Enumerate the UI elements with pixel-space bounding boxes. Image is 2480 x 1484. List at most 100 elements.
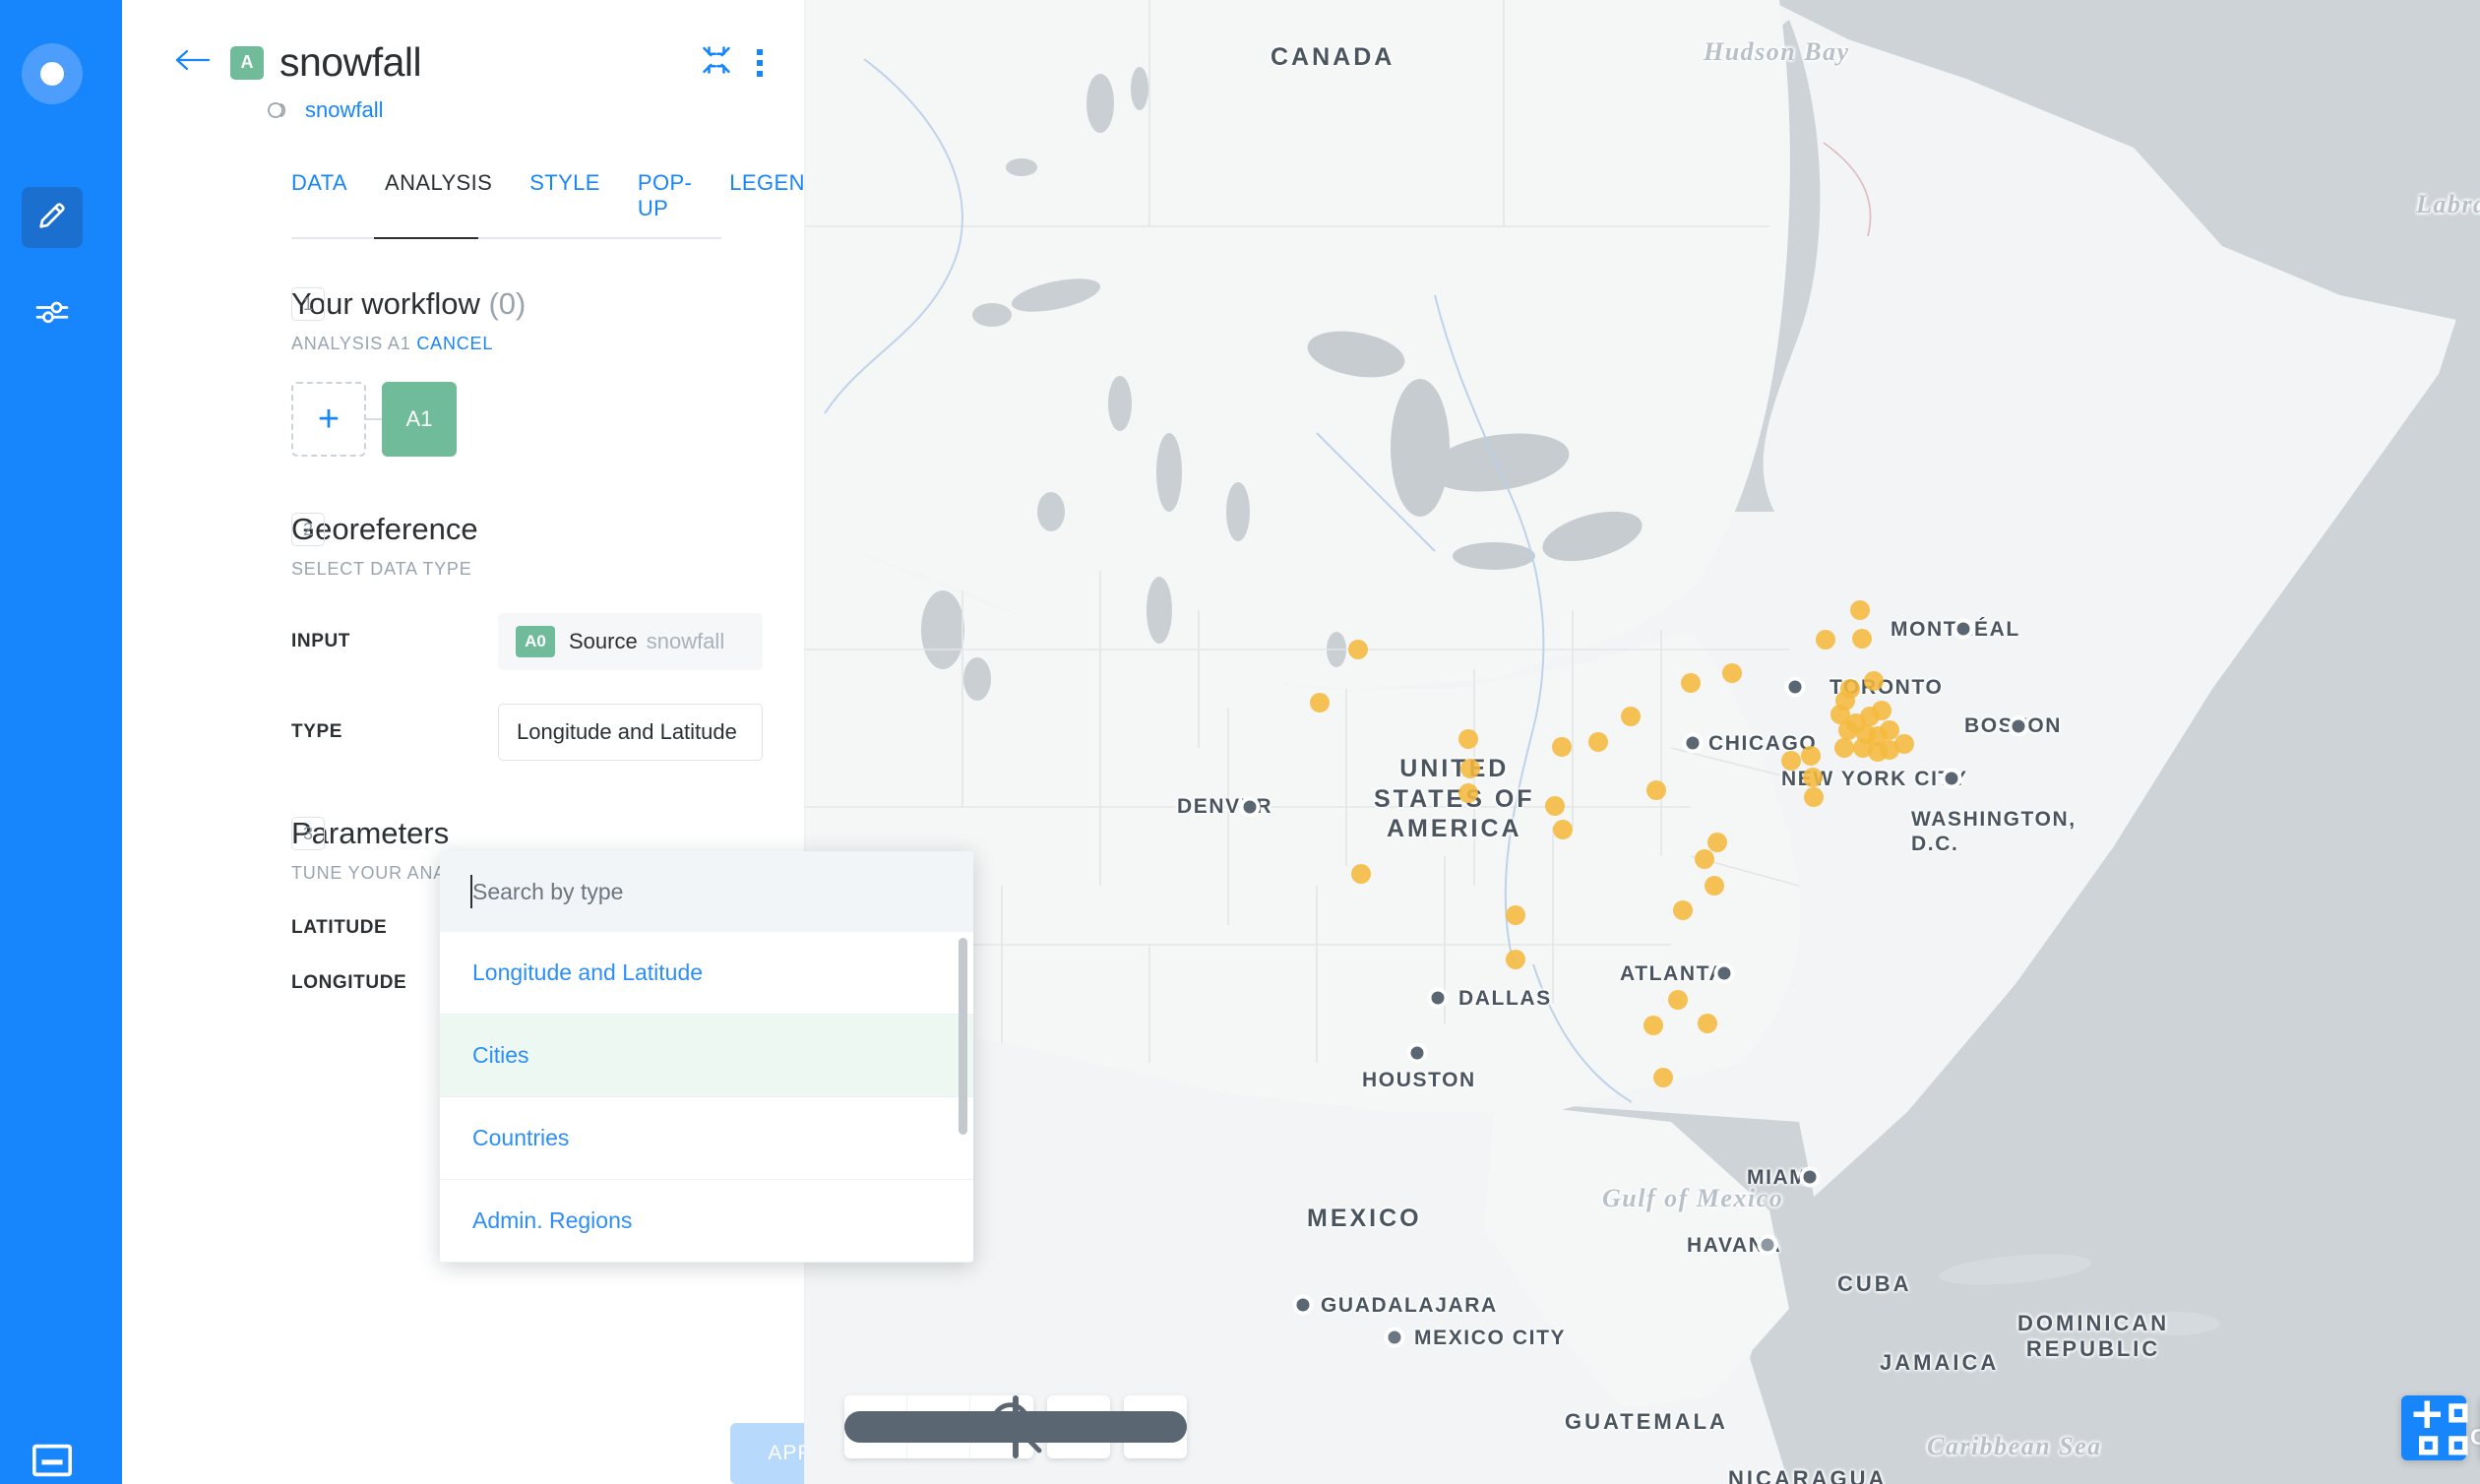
map-data-point[interactable] [1781,751,1801,771]
type-dropdown: Search by type Longitude and Latitude Ci… [440,851,973,1263]
dropdown-option-countries[interactable]: Countries [440,1097,973,1180]
tab-popup[interactable]: POP-UP [638,170,692,237]
back-button[interactable] [171,42,213,84]
map-data-point[interactable] [1643,1016,1663,1035]
map-data-point[interactable] [1872,701,1891,720]
active-tab-indicator [374,237,478,239]
map-data-point[interactable] [1864,671,1884,691]
city-dot-toronto [1784,676,1806,698]
map-data-point[interactable] [1803,768,1823,787]
map-data-point[interactable] [1894,734,1914,754]
source-dataset-link[interactable]: snowfall [305,97,383,123]
map-data-point[interactable] [1458,729,1478,749]
map-data-point[interactable] [1722,663,1742,683]
map-data-point[interactable] [1801,746,1821,766]
input-node-chip: A0 [516,626,555,657]
map-search-button[interactable] [991,1395,1110,1458]
analysis-id-label: ANALYSIS A1 [291,334,411,353]
text-caret [470,875,472,908]
layer-letter-chip: A [230,45,264,80]
section-number-3: 3 [291,817,325,850]
add-analysis-button[interactable]: + [291,382,366,457]
map-canvas[interactable]: Hudson Bay Labrador Sea Gulf of Mexico C… [805,0,2480,1484]
pencil-icon [35,199,69,237]
workflow-connector [366,418,382,420]
dropdown-option-cities[interactable]: Cities [440,1015,973,1097]
map-data-point[interactable] [1838,720,1858,740]
panel-header: A snowfall [122,0,804,86]
input-value-box[interactable]: A0 Source snowfall [498,613,763,670]
dropdown-option-admin-regions[interactable]: Admin. Regions [440,1180,973,1263]
map-data-point[interactable] [1552,737,1572,757]
dropdown-search-row[interactable]: Search by type [440,851,973,932]
map-data-point[interactable] [1698,1014,1717,1033]
city-dot-montreal [1953,618,1974,640]
map-data-point[interactable] [1460,759,1480,778]
map-data-point[interactable] [1834,738,1854,758]
dropdown-scrollbar[interactable] [959,938,967,1135]
workflow-node-a1[interactable]: A1 [382,382,457,457]
type-select[interactable]: Longitude and Latitude [498,704,763,761]
workflow-count: (0) [488,286,527,321]
section-georeference: 2 Georeference SELECT DATA TYPE INPUT A0… [122,512,804,761]
map-bottom-right-buttons [2401,1395,2480,1460]
map-data-point[interactable] [1707,833,1727,852]
tab-analysis[interactable]: ANALYSIS [385,170,492,237]
section-your-workflow: 1 Your workflow (0) ANALYSIS A1 CANCEL +… [122,286,804,457]
dropdown-search-placeholder: Search by type [472,878,624,904]
collapse-button[interactable] [702,45,731,80]
map-data-point[interactable] [1588,732,1608,752]
input-field-row: INPUT A0 Source snowfall [291,613,763,670]
map-data-point[interactable] [1695,849,1714,869]
app-logo[interactable] [22,43,83,104]
dropdown-option-longitude-and-latitude[interactable]: Longitude and Latitude [440,932,973,1015]
tab-data[interactable]: DATA [291,170,347,237]
type-field-row: TYPE Longitude and Latitude [291,704,763,761]
city-dot-guadalajara [1292,1294,1314,1316]
tab-legend[interactable]: LEGEND [729,170,804,237]
map-data-point[interactable] [1506,950,1525,969]
sidebar-item-edit[interactable] [22,187,83,248]
collapse-arrows-icon [702,45,731,80]
source-row: snowfall [122,86,804,123]
map-data-point[interactable] [1646,780,1666,800]
map-data-point[interactable] [1816,630,1835,649]
map-data-point[interactable] [1804,787,1824,807]
map-data-point[interactable] [1621,707,1641,726]
page-title: snowfall [279,39,422,85]
map-data-point[interactable] [1852,629,1872,649]
map-data-point[interactable] [1705,876,1724,896]
map-data-point[interactable] [1310,693,1330,712]
type-label: TYPE [291,721,343,742]
sidebar-item-settings[interactable] [22,283,83,344]
apply-button[interactable]: APPLY [730,1423,804,1484]
workflow-nodes: + A1 [291,382,763,457]
map-data-point[interactable] [1545,796,1565,816]
city-dot-mexico-city [1384,1327,1405,1348]
kebab-menu-icon [757,48,763,77]
tab-style[interactable]: STYLE [529,170,600,237]
map-data-point[interactable] [1668,990,1688,1010]
map-data-point[interactable] [1348,640,1368,659]
sidebar-item-footer-panel[interactable] [22,1432,83,1484]
city-dot-houston [1406,1042,1428,1064]
back-arrow-icon [173,47,211,78]
city-dot-boston [2008,715,2029,737]
cancel-analysis-button[interactable]: CANCEL [416,334,493,353]
icon-rail [0,0,122,1484]
map-data-point[interactable] [1351,864,1371,884]
input-dataset-name: snowfall [646,629,725,653]
map-data-point[interactable] [1850,600,1870,620]
map-data-point[interactable] [1553,820,1573,839]
map-data-point[interactable] [1653,1068,1673,1087]
map-data-point[interactable] [1506,905,1525,925]
map-data-point[interactable] [1840,679,1860,699]
map-data-point[interactable] [1673,900,1693,920]
record-dot-icon [40,62,64,86]
city-dot-new-york-city [1941,768,1962,789]
layer-menu-button[interactable] [757,48,763,77]
map-data-point[interactable] [1681,673,1701,693]
map-data-point[interactable] [1458,783,1478,803]
add-widget-button[interactable] [2401,1395,2468,1460]
basemap-vector [805,0,2480,1484]
